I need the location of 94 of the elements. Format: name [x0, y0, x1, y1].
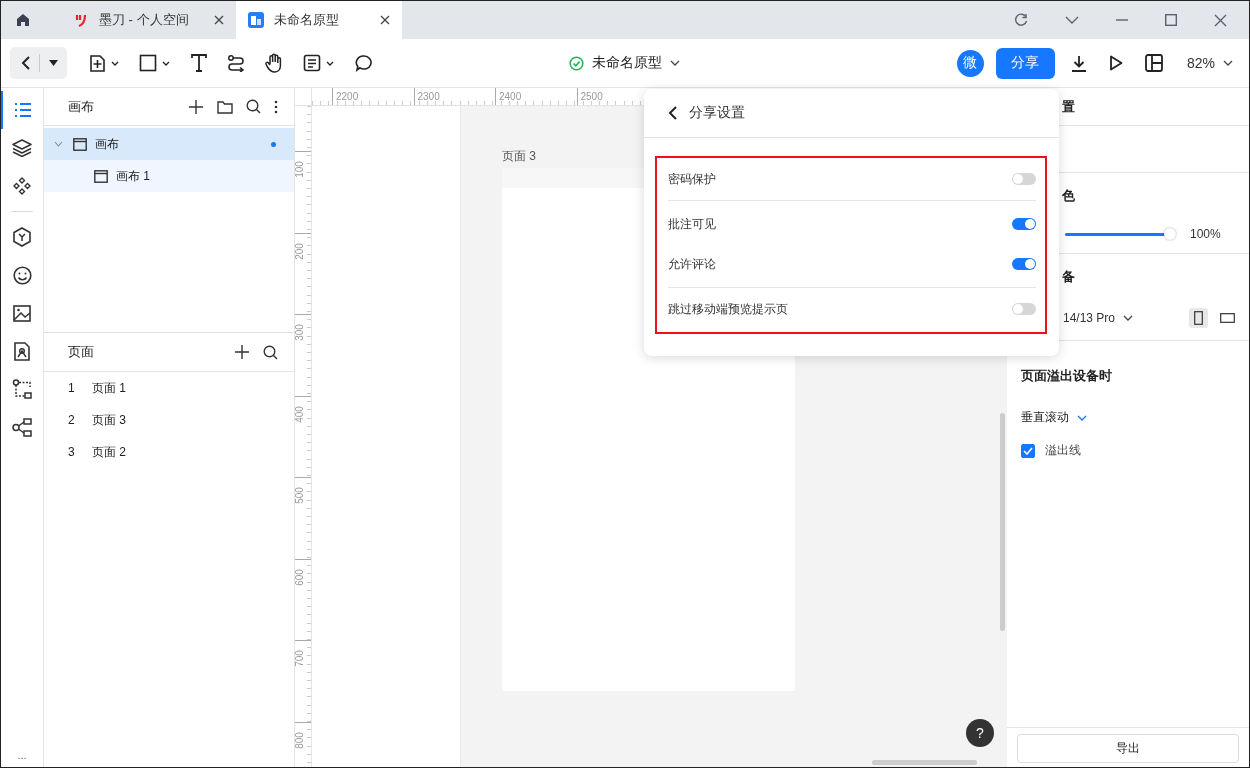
ruler-label: 600: [293, 568, 305, 586]
section-title: 备: [1062, 268, 1076, 286]
frame-label: 页面 3: [502, 148, 537, 165]
setting-label: 批注可见: [668, 215, 716, 233]
document-name: 未命名原型: [592, 54, 662, 72]
scroll-dropdown[interactable]: 垂直滚动: [1021, 409, 1235, 426]
back-icon[interactable]: [668, 106, 677, 120]
back-icon: [21, 56, 30, 70]
add-page-icon[interactable]: [89, 54, 119, 72]
more-text[interactable]: ...: [17, 749, 27, 761]
layout-icon[interactable]: [1144, 54, 1163, 72]
layer-item[interactable]: 画布 1: [44, 160, 294, 192]
ruler-label: 400: [293, 405, 305, 423]
add-icon[interactable]: [188, 98, 204, 115]
connector-icon[interactable]: [227, 54, 245, 72]
toggle-switch[interactable]: [1012, 218, 1036, 230]
export-button[interactable]: 导出: [1017, 734, 1239, 763]
play-icon[interactable]: [1108, 55, 1123, 71]
search-icon[interactable]: [263, 344, 278, 360]
close-icon[interactable]: [380, 15, 390, 25]
search-icon[interactable]: [246, 99, 261, 114]
check-icon: [1023, 446, 1033, 455]
scrollbar[interactable]: [1000, 413, 1005, 631]
home-icon: [15, 12, 31, 28]
popup-title: 分享设置: [689, 104, 745, 122]
page-item[interactable]: 页面 3: [92, 411, 126, 429]
page-item[interactable]: 页面 1: [92, 379, 126, 397]
caret-icon: [670, 60, 680, 66]
ruler-label: 500: [293, 487, 305, 504]
layer-item[interactable]: 画布: [44, 128, 294, 160]
panel-title: 页面: [68, 343, 94, 361]
landscape-icon[interactable]: [1220, 313, 1235, 323]
device-dropdown[interactable]: 14/13 Pro: [1063, 311, 1134, 325]
caret-icon: [1077, 414, 1087, 421]
share-button[interactable]: 分享: [995, 47, 1055, 79]
caret-icon: [49, 60, 58, 66]
ruler-label: 700: [293, 650, 305, 667]
brand-icon: [75, 13, 89, 27]
download-icon[interactable]: [1070, 54, 1087, 72]
toggle-switch[interactable]: [1012, 173, 1036, 185]
maximize-icon[interactable]: [1165, 14, 1177, 26]
ruler-label: 300: [293, 324, 305, 341]
ruler-label: 2400: [498, 91, 522, 102]
caret-icon[interactable]: [54, 141, 63, 147]
opacity-value: 100%: [1190, 227, 1221, 241]
section-title: 色: [1062, 187, 1076, 205]
page-number: 3: [68, 445, 76, 459]
user-avatar[interactable]: 微: [956, 49, 984, 77]
panel-title: 画布: [68, 97, 94, 116]
page-item[interactable]: 页面 2: [92, 443, 126, 461]
caret-icon: [1223, 60, 1233, 66]
toggle-switch[interactable]: [1012, 303, 1036, 315]
hand-icon[interactable]: [265, 53, 283, 73]
caret-icon: [1123, 315, 1134, 321]
phone-icon: [1194, 311, 1203, 325]
refresh-icon[interactable]: [1014, 13, 1028, 27]
check-icon: [569, 55, 584, 71]
frame-icon: [94, 169, 108, 183]
add-icon[interactable]: [234, 344, 250, 360]
section-title: 置: [1062, 97, 1076, 116]
dropdown-icon[interactable]: [1065, 16, 1079, 24]
comment-icon[interactable]: [355, 54, 373, 72]
setting-label: 允许评论: [668, 255, 716, 273]
checkbox-label: 溢出线: [1045, 442, 1081, 459]
status-dot: [271, 141, 276, 147]
page-number: 1: [68, 381, 76, 395]
portrait-button[interactable]: [1189, 308, 1208, 328]
page-number: 2: [68, 413, 76, 427]
ruler-label: 200: [293, 242, 305, 260]
note-icon[interactable]: [303, 54, 335, 72]
browser-tab[interactable]: 墨刀 - 个人空间: [45, 1, 236, 39]
toggle-switch[interactable]: [1012, 258, 1036, 270]
setting-label: 跳过移动端预览提示页: [668, 300, 788, 318]
checkbox[interactable]: [1021, 443, 1035, 458]
text-icon[interactable]: [191, 54, 207, 72]
ruler-label: 100: [293, 161, 305, 178]
help-button[interactable]: ?: [966, 719, 994, 747]
scrollbar[interactable]: [872, 760, 977, 765]
frame-icon: [73, 137, 87, 151]
zoom-dropdown[interactable]: 82%: [1186, 55, 1233, 71]
browser-tab[interactable]: 未命名原型: [236, 1, 402, 39]
rectangle-icon[interactable]: [139, 54, 171, 72]
section-title: 页面溢出设备时: [1021, 367, 1113, 385]
close-icon[interactable]: [214, 15, 224, 25]
ruler-label: 2200: [335, 91, 359, 102]
setting-label: 密码保护: [668, 170, 716, 188]
app-icon: [248, 12, 264, 28]
ruler-label: 2500: [579, 91, 603, 102]
more-icon[interactable]: [274, 99, 278, 114]
ruler-label: 800: [293, 731, 305, 749]
folder-icon[interactable]: [217, 99, 233, 114]
close-icon[interactable]: [1214, 13, 1227, 27]
ruler-label: 2300: [416, 91, 440, 102]
back-button[interactable]: [10, 47, 67, 79]
